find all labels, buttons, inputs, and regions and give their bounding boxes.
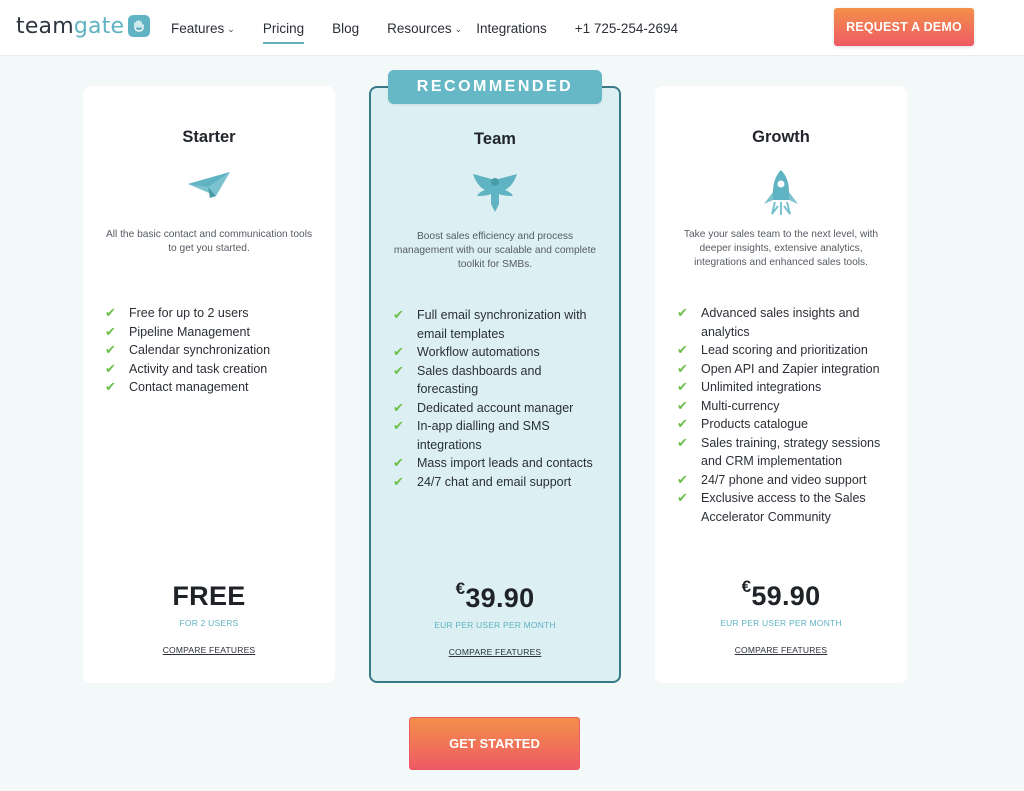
plan-name: Growth: [752, 128, 810, 146]
check-icon: ✔: [393, 307, 404, 322]
feature-item: ✔ Contact management: [105, 378, 321, 397]
check-icon: ✔: [105, 379, 116, 394]
plan-description: All the basic contact and communication …: [105, 229, 313, 254]
feature-item: ✔ Full email synchronization with email t…: [393, 307, 587, 341]
eagle-icon: [469, 170, 521, 219]
feature-item: ✔ Calendar synchronization: [105, 341, 321, 360]
check-icon: ✔: [677, 416, 688, 431]
compare-features-link[interactable]: COMPARE FEATURES: [449, 647, 542, 657]
get-started-button[interactable]: GET STARTED: [409, 717, 580, 770]
plan-name: Team: [474, 130, 516, 148]
price-block: €39.90 EUR PER USER PER MONTH COMPARE FE…: [371, 579, 619, 660]
feature-list: ✔ Free for up to 2 users ✔ Pipeline Manage…: [105, 304, 321, 397]
feature-item: ✔ Free for up to 2 users: [105, 304, 321, 323]
plan-price: €39.90: [455, 579, 535, 613]
price-subtitle: FOR 2 USERS: [179, 618, 239, 628]
feature-item: ✔ 24/7 phone and video support: [677, 471, 893, 490]
check-icon: ✔: [677, 360, 688, 376]
check-icon: ✔: [105, 360, 116, 376]
feature-item: ✔ Unlimited integrations: [677, 378, 893, 397]
check-icon: ✔: [677, 379, 688, 394]
currency-symbol: €: [741, 577, 752, 596]
check-icon: ✔: [677, 490, 688, 505]
check-icon: ✔: [393, 344, 404, 359]
feature-item: ✔ Lead scoring and prioritization: [677, 341, 893, 360]
check-icon: ✔: [677, 342, 688, 357]
plan-name: Starter: [182, 128, 236, 146]
feature-item: ✔ Workflow automations: [393, 343, 605, 362]
plan-price: FREE: [172, 581, 246, 611]
plan-description: Take your sales team to the next level, …: [683, 229, 879, 268]
check-icon: ✔: [105, 305, 116, 320]
feature-item: ✔ Dedicated account manager: [393, 399, 605, 418]
check-icon: ✔: [677, 434, 688, 450]
nav-phone[interactable]: +1 725-254-2694: [575, 21, 678, 36]
plan-card-team: Team Boost sales efficiency and process …: [369, 86, 621, 683]
check-icon: ✔: [393, 473, 404, 489]
feature-item: ✔ Mass import leads and contacts: [393, 454, 605, 473]
check-icon: ✔: [677, 397, 688, 413]
check-icon: ✔: [393, 455, 404, 470]
feature-item: ✔ Advanced sales insights and analytics: [677, 305, 860, 339]
check-icon: ✔: [105, 323, 116, 339]
check-icon: ✔: [393, 362, 404, 378]
paper-plane-icon: [186, 168, 232, 205]
rocket-icon: [758, 168, 804, 221]
plan-card-growth: Growth Take your sales team to the next …: [655, 86, 907, 683]
logo-text: teamgate: [16, 13, 125, 39]
feature-item: ✔ Activity and task creation: [105, 360, 321, 379]
feature-item: ✔ Multi-currency: [677, 397, 893, 416]
feature-list: ✔ Advanced sales insights and analytics ✔…: [677, 304, 893, 526]
feature-item: ✔ Pipeline Management: [105, 323, 321, 342]
nav-integrations[interactable]: Integrations: [476, 21, 547, 36]
check-icon: ✔: [677, 471, 688, 487]
plan-card-starter: Starter All the basic contact and commun…: [83, 86, 335, 683]
compare-features-link[interactable]: COMPARE FEATURES: [735, 645, 828, 655]
nav-features[interactable]: Features ⌄: [171, 21, 235, 36]
nav-pricing[interactable]: Pricing: [262, 21, 305, 44]
feature-item: ✔ Open API and Zapier integration: [677, 360, 893, 379]
price-subtitle: EUR PER USER PER MONTH: [720, 618, 842, 628]
compare-features-link[interactable]: COMPARE FEATURES: [163, 645, 256, 655]
price-block: FREE FOR 2 USERS COMPARE FEATURES: [83, 581, 335, 658]
currency-symbol: €: [455, 579, 466, 598]
check-icon: ✔: [393, 418, 404, 433]
main-nav: Features ⌄ Pricing Blog Resources ⌄ Integr…: [171, 0, 706, 56]
feature-item: ✔ Products catalogue: [677, 415, 893, 434]
price-block: €59.90 EUR PER USER PER MONTH COMPARE FE…: [655, 577, 907, 658]
recommended-ribbon: RECOMMENDED: [388, 70, 602, 104]
check-icon: ✔: [393, 399, 404, 415]
feature-item: ✔ Sales dashboards and forecasting: [393, 362, 542, 397]
feature-item: ✔ 24/7 chat and email support: [393, 473, 605, 492]
hand-logo-icon: [128, 15, 151, 37]
site-header: teamgate Features ⌄ Pricing Blog Resource…: [0, 0, 1024, 56]
plan-description: Boost sales efficiency and process manag…: [393, 231, 597, 270]
feature-item: ✔ In-app dialling and SMS integrations: [393, 418, 550, 452]
chevron-down-icon: ⌄: [227, 23, 235, 34]
price-subtitle: EUR PER USER PER MONTH: [434, 620, 556, 630]
nav-resources[interactable]: Resources ⌄: [387, 21, 462, 36]
teamgate-logo[interactable]: teamgate: [16, 12, 151, 40]
request-demo-button[interactable]: REQUEST A DEMO: [834, 8, 974, 46]
chevron-down-icon: ⌄: [454, 23, 463, 34]
feature-item: ✔ Exclusive access to the Sales Accelerat…: [677, 490, 866, 524]
check-icon: ✔: [677, 305, 688, 320]
nav-blog[interactable]: Blog: [332, 21, 359, 36]
check-icon: ✔: [105, 342, 116, 357]
feature-item: ✔ Sales training, strategy sessions and C…: [677, 434, 881, 469]
plan-price: €59.90: [741, 577, 821, 611]
feature-list: ✔ Full email synchronization with email t…: [393, 306, 605, 491]
